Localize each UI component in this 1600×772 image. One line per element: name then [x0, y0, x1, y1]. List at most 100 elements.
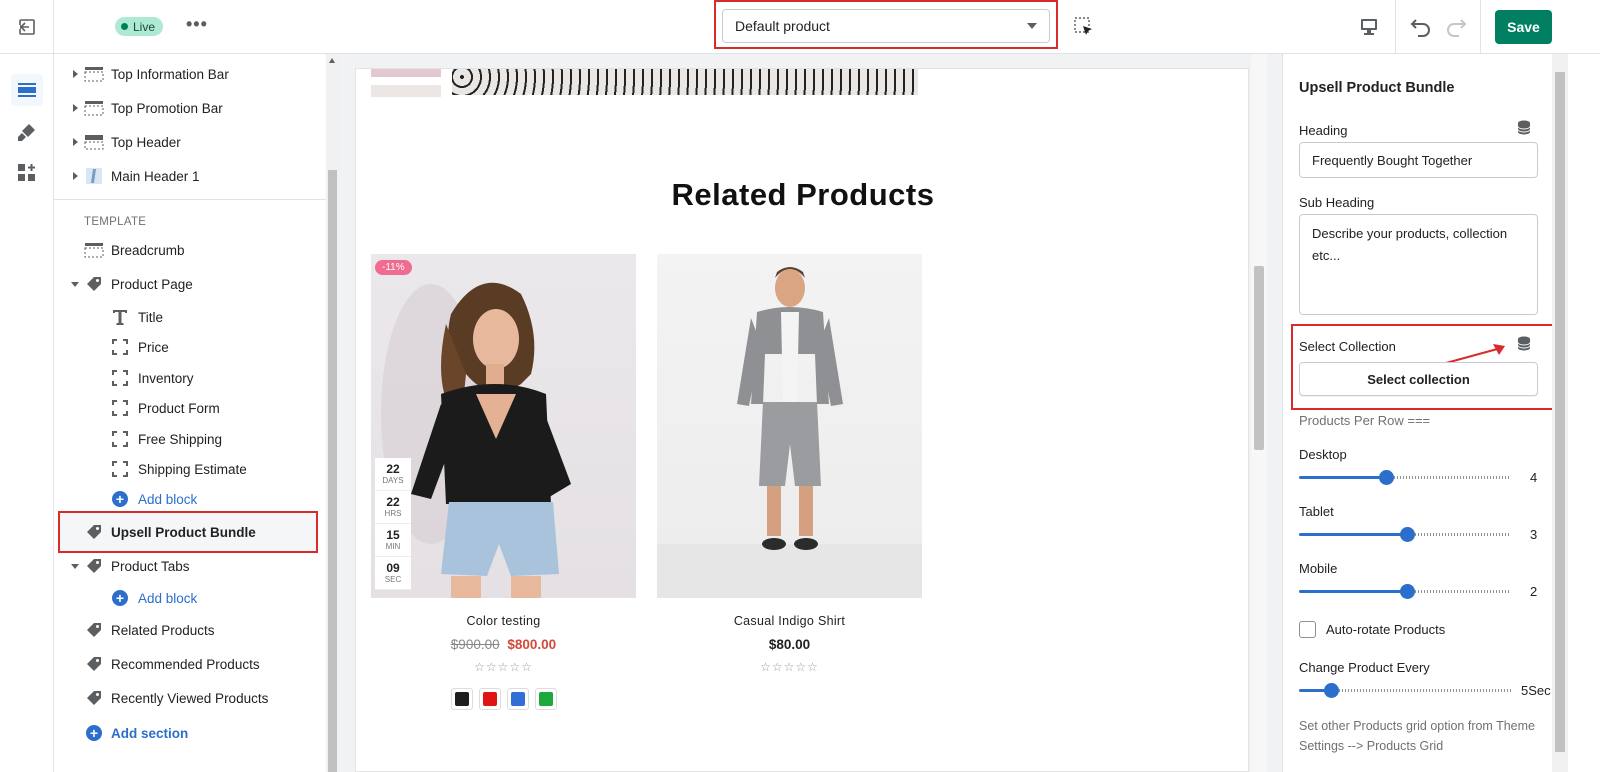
sidebar-item-top-header[interactable]: Top Header [54, 126, 326, 158]
product-image[interactable] [657, 254, 922, 598]
expand-arrow-icon [73, 138, 78, 146]
scroll-up-arrow-icon[interactable] [329, 58, 335, 63]
sidebar-block-label: Price [138, 339, 169, 355]
sidebar-block-label: Product Form [138, 400, 220, 416]
sidebar-item-product-page[interactable]: Product Page [54, 268, 326, 300]
desktop-slider[interactable] [1299, 470, 1511, 485]
grid-settings-hint: Set other Products grid option from Them… [1299, 719, 1535, 753]
rail-apps-button[interactable] [11, 157, 43, 189]
add-block-label: Add block [138, 491, 198, 507]
preview-scrollbar[interactable] [1251, 54, 1267, 772]
sidebar-block-product-form[interactable]: Product Form [54, 392, 326, 424]
product-image[interactable]: -11% 22 DAYS 22 HRS 15 MIN 09 SEC [371, 254, 636, 598]
product-thumbnail[interactable] [371, 69, 441, 77]
panel-title: Upsell Product Bundle [1299, 80, 1455, 96]
product-name[interactable]: Casual Indigo Shirt [657, 614, 922, 628]
color-swatches [371, 688, 636, 710]
more-actions-button[interactable]: ••• [186, 14, 208, 35]
sidebar-scrollbar-thumb[interactable] [328, 170, 337, 772]
tablet-value: 3 [1530, 527, 1538, 542]
preview-scrollbar-thumb[interactable] [1254, 266, 1264, 450]
panel-scrollbar[interactable] [1552, 54, 1568, 772]
sidebar-item-label: Main Header 1 [111, 168, 200, 184]
panel-scrollbar-thumb[interactable] [1555, 72, 1565, 752]
swatch-blue[interactable] [506, 688, 529, 710]
inspector-button[interactable] [1073, 16, 1095, 38]
product-card[interactable]: Casual Indigo Shirt $80.00 ☆☆☆☆☆ [657, 254, 922, 674]
sidebar-item-related-products[interactable]: Related Products [54, 614, 326, 646]
undo-icon [1410, 19, 1430, 37]
slider-thumb[interactable] [1324, 683, 1339, 698]
sidebar-item-top-information-bar[interactable]: Top Information Bar [54, 58, 326, 90]
sidebar-item-upsell-product-bundle[interactable]: Upsell Product Bundle [54, 516, 326, 548]
subheading-textarea[interactable]: Describe your products, collection etc..… [1299, 214, 1538, 315]
change-every-label: Change Product Every [1299, 660, 1430, 675]
add-block-button-tabs[interactable]: + Add block [54, 582, 326, 614]
product-name[interactable]: Color testing [371, 614, 636, 628]
text-icon [110, 308, 130, 326]
slider-fill [1299, 533, 1407, 536]
sidebar-item-label: Upsell Product Bundle [111, 524, 256, 540]
exit-button[interactable] [0, 0, 54, 54]
top-bar: Live ••• Default product Save [0, 0, 1600, 54]
device-preview-button[interactable] [1358, 16, 1380, 41]
section-dashed-icon [84, 65, 104, 83]
expand-arrow-icon [73, 172, 78, 180]
section-settings-panel: Upsell Product Bundle Heading Frequently… [1282, 54, 1557, 772]
slider-thumb[interactable] [1400, 527, 1415, 542]
tag-icon [84, 689, 104, 707]
rail-sections-button[interactable] [11, 74, 43, 106]
sidebar-block-inventory[interactable]: Inventory [54, 362, 326, 394]
sidebar-item-recently-viewed-products[interactable]: Recently Viewed Products [54, 682, 326, 714]
slider-thumb[interactable] [1400, 584, 1415, 599]
exit-icon [17, 19, 35, 35]
sidebar-item-recommended-products[interactable]: Recommended Products [54, 648, 326, 680]
discount-badge: -11% [375, 260, 412, 275]
sidebar-item-breadcrumb[interactable]: Breadcrumb [54, 234, 326, 266]
sidebar-item-main-header-1[interactable]: Main Header 1 [54, 160, 326, 192]
slider-fill [1299, 476, 1386, 479]
swatch-red[interactable] [478, 688, 501, 710]
swatch-green[interactable] [534, 688, 557, 710]
redo-button[interactable] [1444, 14, 1468, 41]
dynamic-source-icon[interactable] [1517, 120, 1531, 135]
add-circle-icon: + [110, 589, 130, 607]
add-section-button[interactable]: + Add section [54, 717, 326, 749]
slider-thumb[interactable] [1379, 470, 1394, 485]
sidebar-item-top-promotion-bar[interactable]: Top Promotion Bar [54, 92, 326, 124]
save-button[interactable]: Save [1495, 10, 1552, 44]
storefront-preview-frame[interactable]: Related Products -11% 22 DAYS 22 HRS 15 … [355, 68, 1249, 772]
desktop-label: Desktop [1299, 447, 1347, 462]
heading-input[interactable]: Frequently Bought Together [1299, 142, 1538, 178]
desktop-icon [1361, 19, 1377, 35]
swatch-image[interactable] [450, 688, 473, 710]
sidebar-block-title[interactable]: Title [54, 301, 326, 333]
select-collection-button[interactable]: Select collection [1299, 362, 1538, 396]
mobile-value: 2 [1530, 584, 1538, 599]
preview-canvas: Related Products -11% 22 DAYS 22 HRS 15 … [339, 54, 1282, 772]
sidebar-item-product-tabs[interactable]: Product Tabs [54, 550, 326, 582]
slider-track [1415, 590, 1511, 593]
left-icon-rail [0, 54, 54, 772]
sidebar-block-free-shipping[interactable]: Free Shipping [54, 423, 326, 455]
sidebar-block-price[interactable]: Price [54, 331, 326, 363]
heading-label: Heading [1299, 123, 1348, 138]
product-select[interactable]: Default product [722, 9, 1050, 43]
auto-rotate-checkbox[interactable] [1299, 621, 1316, 638]
block-icon [110, 399, 130, 417]
countdown-timer: 22 DAYS 22 HRS 15 MIN 09 SEC [375, 458, 411, 590]
sidebar-scrollbar[interactable] [326, 54, 339, 772]
undo-button[interactable] [1409, 14, 1433, 41]
dynamic-source-icon[interactable] [1517, 336, 1531, 351]
product-card[interactable]: -11% 22 DAYS 22 HRS 15 MIN 09 SEC Color test… [371, 254, 636, 710]
mobile-slider[interactable] [1299, 584, 1511, 599]
rail-theme-settings-button[interactable] [11, 116, 43, 148]
sidebar-item-label: Related Products [111, 622, 215, 638]
sidebar-block-shipping-estimate[interactable]: Shipping Estimate [54, 453, 326, 485]
header-section-icon [84, 133, 104, 151]
change-every-slider[interactable] [1299, 683, 1511, 698]
expand-arrow-icon [73, 104, 78, 112]
product-thumbnail[interactable] [371, 85, 441, 97]
tablet-slider[interactable] [1299, 527, 1511, 542]
expand-arrow-icon [73, 70, 78, 78]
